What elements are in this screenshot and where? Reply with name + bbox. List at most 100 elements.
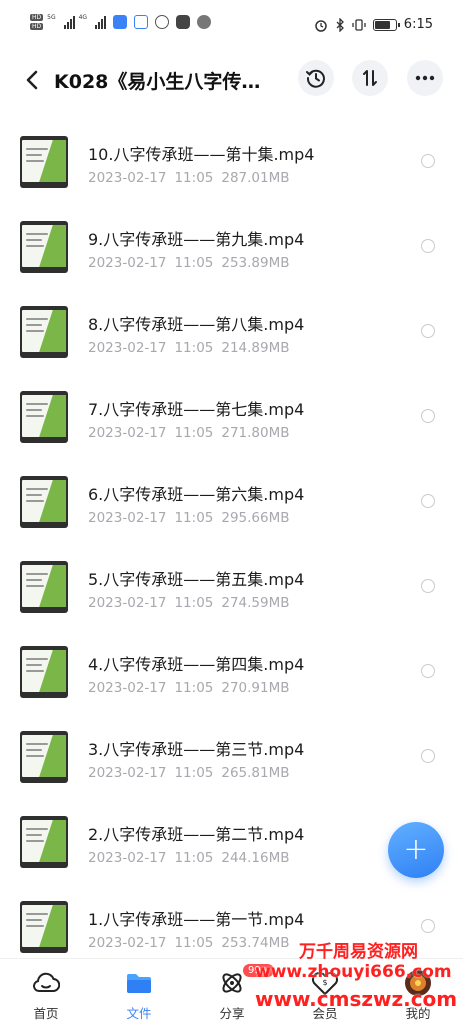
page-title: K028《易小生八字传… bbox=[54, 71, 261, 93]
file-size: 253.74MB bbox=[221, 935, 290, 951]
video-thumbnail bbox=[20, 561, 68, 613]
history-button[interactable] bbox=[298, 60, 334, 96]
history-icon bbox=[306, 69, 325, 88]
video-thumbnail bbox=[20, 306, 68, 358]
bluetooth-icon bbox=[336, 17, 344, 32]
atom-icon bbox=[222, 973, 242, 993]
file-date: 2023-02-17 bbox=[88, 340, 167, 356]
file-row[interactable]: 6.八字传承班——第六集.mp4 2023-02-17 11:05 295.66MB bbox=[0, 448, 463, 533]
plus-icon: + bbox=[403, 832, 429, 867]
select-radio[interactable] bbox=[421, 409, 435, 423]
file-date: 2023-02-17 bbox=[88, 595, 167, 611]
notification-app-icon-4 bbox=[176, 15, 191, 29]
file-time: 11:05 bbox=[174, 510, 214, 526]
nav-label: 我的 bbox=[405, 1006, 431, 1021]
more-icon bbox=[415, 75, 435, 81]
file-size: 253.89MB bbox=[221, 255, 290, 271]
video-thumbnail bbox=[20, 816, 68, 868]
select-radio[interactable] bbox=[421, 324, 435, 338]
file-time: 11:05 bbox=[174, 255, 214, 271]
signal-strength-icon-2 bbox=[95, 15, 107, 29]
select-radio[interactable] bbox=[421, 239, 435, 253]
file-meta: 2023-02-17 11:05 214.89MB bbox=[88, 340, 290, 356]
video-thumbnail bbox=[20, 731, 68, 783]
folder-icon bbox=[127, 974, 151, 993]
file-meta: 2023-02-17 11:05 271.80MB bbox=[88, 425, 290, 441]
file-date: 2023-02-17 bbox=[88, 425, 167, 441]
battery-icon bbox=[372, 18, 400, 31]
file-row[interactable]: 4.八字传承班——第四集.mp4 2023-02-17 11:05 270.91MB bbox=[0, 618, 463, 703]
nav-vip[interactable]: $ 会员 bbox=[285, 969, 365, 1022]
add-button[interactable]: + bbox=[388, 822, 444, 878]
video-thumbnail bbox=[20, 646, 68, 698]
file-row[interactable]: 7.八字传承班——第七集.mp4 2023-02-17 11:05 271.80MB bbox=[0, 363, 463, 448]
select-radio[interactable] bbox=[421, 494, 435, 508]
file-time: 11:05 bbox=[174, 170, 214, 186]
file-meta: 2023-02-17 11:05 287.01MB bbox=[88, 170, 290, 186]
file-name: 1.八字传承班——第一节.mp4 bbox=[88, 910, 305, 929]
svg-text:$: $ bbox=[322, 978, 327, 987]
file-name: 4.八字传承班——第四集.mp4 bbox=[88, 655, 305, 674]
select-radio[interactable] bbox=[421, 579, 435, 593]
notification-app-icon bbox=[113, 15, 128, 29]
file-name: 5.八字传承班——第五集.mp4 bbox=[88, 570, 305, 589]
file-row[interactable]: 3.八字传承班——第三节.mp4 2023-02-17 11:05 265.81MB bbox=[0, 703, 463, 788]
file-date: 2023-02-17 bbox=[88, 170, 167, 186]
alarm-icon bbox=[315, 19, 327, 32]
nav-home[interactable]: 首页 bbox=[6, 969, 86, 1022]
page-header: K028《易小生八字传… bbox=[0, 58, 463, 102]
select-radio[interactable] bbox=[421, 919, 435, 933]
status-bar: HD HD 5G 4G 6:15 bbox=[0, 0, 463, 58]
signal-tag-4g: 4G bbox=[78, 14, 88, 21]
notification-app-icon-5 bbox=[197, 15, 212, 29]
file-date: 2023-02-17 bbox=[88, 935, 167, 951]
vibrate-icon bbox=[352, 18, 366, 31]
file-meta: 2023-02-17 11:05 274.59MB bbox=[88, 595, 290, 611]
file-time: 11:05 bbox=[174, 680, 214, 696]
video-thumbnail bbox=[20, 901, 68, 953]
file-row[interactable]: 8.八字传承班——第八集.mp4 2023-02-17 11:05 214.89MB bbox=[0, 278, 463, 363]
avatar-icon bbox=[405, 970, 431, 996]
notification-app-icon-3 bbox=[155, 15, 170, 29]
file-name: 9.八字传承班——第九集.mp4 bbox=[88, 230, 305, 249]
back-button[interactable] bbox=[18, 66, 46, 94]
file-name: 3.八字传承班——第三节.mp4 bbox=[88, 740, 305, 759]
select-radio[interactable] bbox=[421, 749, 435, 763]
file-name: 2.八字传承班——第二节.mp4 bbox=[88, 825, 305, 844]
sort-button[interactable] bbox=[352, 60, 388, 96]
file-date: 2023-02-17 bbox=[88, 680, 167, 696]
file-date: 2023-02-17 bbox=[88, 510, 167, 526]
signal-tag-5g: 5G bbox=[47, 14, 56, 21]
back-arrow-icon bbox=[26, 70, 38, 90]
file-row[interactable]: 5.八字传承班——第五集.mp4 2023-02-17 11:05 274.59MB bbox=[0, 533, 463, 618]
file-name: 8.八字传承班——第八集.mp4 bbox=[88, 315, 305, 334]
file-meta: 2023-02-17 11:05 270.91MB bbox=[88, 680, 290, 696]
file-size: 295.66MB bbox=[221, 510, 290, 526]
hd-tag-1: HD bbox=[30, 14, 44, 21]
nav-label: 首页 bbox=[33, 1006, 59, 1021]
file-meta: 2023-02-17 11:05 253.74MB bbox=[88, 935, 290, 951]
nav-label: 分享 bbox=[219, 1006, 245, 1021]
file-meta: 2023-02-17 11:05 244.16MB bbox=[88, 850, 290, 866]
file-size: 271.80MB bbox=[221, 425, 290, 441]
notification-badge: 99+ bbox=[243, 964, 275, 977]
nav-files[interactable]: 文件 bbox=[99, 969, 179, 1022]
file-name: 7.八字传承班——第七集.mp4 bbox=[88, 400, 305, 419]
video-thumbnail bbox=[20, 476, 68, 528]
file-row[interactable]: 10.八字传承班——第十集.mp4 2023-02-17 11:05 287.01M… bbox=[0, 108, 463, 193]
file-time: 11:05 bbox=[174, 765, 214, 781]
cloud-home-icon bbox=[33, 972, 60, 992]
file-row[interactable]: 9.八字传承班——第九集.mp4 2023-02-17 11:05 253.89MB bbox=[0, 193, 463, 278]
bottom-nav: 首页 文件 分享 $ 会员 我的 bbox=[0, 958, 463, 1024]
file-row[interactable]: 1.八字传承班——第一节.mp4 2023-02-17 11:05 253.74MB bbox=[0, 873, 463, 958]
select-radio[interactable] bbox=[421, 664, 435, 678]
file-meta: 2023-02-17 11:05 265.81MB bbox=[88, 765, 290, 781]
file-size: 214.89MB bbox=[221, 340, 290, 356]
select-radio[interactable] bbox=[421, 154, 435, 168]
file-time: 11:05 bbox=[174, 850, 214, 866]
nav-mine[interactable]: 我的 bbox=[378, 969, 458, 1022]
file-size: 274.59MB bbox=[221, 595, 290, 611]
more-button[interactable] bbox=[407, 60, 443, 96]
video-thumbnail bbox=[20, 391, 68, 443]
sort-icon bbox=[363, 70, 377, 86]
